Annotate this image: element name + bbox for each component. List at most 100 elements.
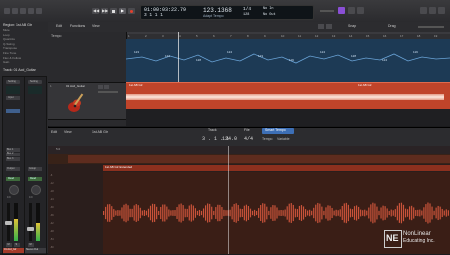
waveform-bar [103, 211, 105, 215]
waveform-bar [419, 209, 421, 217]
audio-region[interactable]: 1st AB Gtr 1st AB Gtr [126, 82, 450, 110]
waveform-bar [149, 205, 152, 221]
waveform-bar [380, 207, 382, 219]
waveform-bar [382, 205, 384, 221]
tempo-lane[interactable]: 123 124 128 124 123 119 124 128 124 119 [126, 39, 450, 82]
track-solo-button[interactable] [104, 85, 109, 89]
editor-menu-edit[interactable]: Edit [51, 130, 57, 135]
notepad-icon[interactable] [420, 7, 427, 14]
waveform-bar [386, 208, 388, 218]
pointer-tool-icon[interactable] [318, 24, 324, 29]
track-header-guitar[interactable]: 1 01 Acd_Guitar [48, 82, 126, 120]
metronome-icon[interactable] [357, 7, 364, 14]
track-inspector-title[interactable]: Track: 01 Acd_Guitar [3, 68, 36, 73]
waveform-bar [404, 208, 407, 218]
group-slot[interactable]: Group [28, 167, 42, 171]
waveform-bar [184, 208, 186, 218]
play-button[interactable]: ▶ [119, 8, 126, 14]
editor-signature[interactable]: 4/4 [244, 137, 253, 142]
input-slot[interactable]: Input [6, 96, 20, 100]
region-inspector-title[interactable]: Region: 1st AB Gtr [3, 23, 32, 28]
tab-smart-tempo[interactable]: Smart Tempo [262, 128, 294, 134]
waveform-bar [384, 206, 386, 220]
automation-read-button[interactable]: Read [6, 177, 20, 181]
master-volume-slider[interactable] [320, 10, 334, 12]
stop-button[interactable] [110, 8, 117, 14]
waveform-bar [274, 205, 276, 221]
eq-display[interactable] [6, 86, 20, 94]
editor-tempo-value[interactable]: 124.0 [222, 137, 237, 142]
editor-mode[interactable]: Variable [277, 137, 290, 142]
output-pan-knob[interactable] [31, 185, 41, 195]
waveform-bar [439, 206, 441, 220]
lcd-bars: 3 1 1 1 [144, 12, 163, 18]
track-volume-slider[interactable] [98, 91, 118, 93]
channel-setting-button[interactable]: Setting [6, 80, 20, 84]
fader-cap-output[interactable] [27, 227, 34, 231]
tempo-value: 124 [382, 58, 388, 62]
record-button[interactable] [128, 8, 135, 14]
waveform-bar [294, 208, 296, 218]
output-setting-button[interactable]: Setting [28, 80, 42, 84]
zoom-slider[interactable] [418, 26, 444, 28]
mute-button-output[interactable]: M [28, 243, 34, 247]
tracks-ruler[interactable]: 1 2 3 4 5 6 7 8 9 10 11 12 13 14 15 16 17 18 19 [126, 32, 450, 39]
tuner-icon[interactable] [338, 7, 345, 14]
editor-menu-view[interactable]: View [64, 130, 72, 135]
waveform-bar [196, 210, 199, 216]
help-icon[interactable] [20, 8, 26, 14]
db-label: -30 [50, 206, 54, 209]
waveform-bar [260, 205, 262, 221]
track-mute-button[interactable] [98, 85, 103, 89]
pencil-tool-icon[interactable] [326, 24, 332, 29]
solo-button-track[interactable]: S [14, 243, 20, 247]
forward-button[interactable]: ▶▶ [101, 8, 108, 14]
library-icon[interactable] [4, 8, 10, 14]
fader-cap-track[interactable] [5, 221, 12, 225]
editor-overview[interactable] [48, 154, 450, 164]
channel-name-track[interactable]: 01 Acd_Gtr [3, 248, 24, 253]
waveform-bar [158, 210, 160, 216]
tab-file[interactable]: File [244, 128, 250, 133]
smart-controls-icon[interactable] [28, 8, 34, 14]
waveform-bar [215, 207, 217, 219]
db-label: -18 [50, 190, 54, 193]
output-slot[interactable]: Output [6, 167, 20, 171]
channel-name-track-label: 01 Acd_Gtr [4, 248, 17, 251]
send-slot-3[interactable]: Bus 3 [6, 157, 20, 161]
send-slot-1[interactable]: Bus 1 [6, 148, 20, 152]
menu-functions[interactable]: Functions [70, 24, 85, 29]
waveform-bar [198, 209, 201, 217]
snap-label[interactable]: Snap [348, 24, 356, 29]
output-eq-display[interactable] [28, 86, 42, 94]
tracks-area: Edit Functions View Snap Drag 1234567891… [48, 22, 450, 126]
track-name[interactable]: 01 Acd_Guitar [66, 85, 85, 88]
inspector-icon[interactable] [12, 8, 18, 14]
send-label-1: Bus 1 [7, 147, 14, 151]
editor-region-header[interactable]: 1st AB Gtr Extended [103, 165, 450, 171]
mute-button-track[interactable]: M [6, 243, 12, 247]
rewind-button[interactable]: ◀◀ [92, 8, 99, 14]
tempo-value: 128 [196, 58, 202, 62]
instrument-slot[interactable] [6, 109, 20, 113]
menu-edit[interactable]: Edit [56, 24, 62, 29]
drag-label[interactable]: Drag [388, 24, 396, 29]
lcd-display[interactable]: 01:00:03:22.79 3 1 1 1 123.1368 Adapt Te… [140, 5, 314, 20]
loop-browser-icon[interactable] [429, 7, 436, 14]
waveform-bar [192, 205, 194, 221]
send-slot-2[interactable]: Bus 2 [6, 152, 20, 156]
waveform-bar [172, 210, 174, 216]
output-read-button[interactable]: Read [28, 177, 42, 181]
editor-playhead[interactable] [228, 146, 229, 254]
count-in-icon[interactable] [348, 7, 355, 14]
menu-view[interactable]: View [92, 24, 100, 29]
volume-fader-output[interactable] [29, 203, 32, 241]
tab-track[interactable]: Track [208, 128, 217, 133]
waveform-bar [431, 206, 433, 220]
channel-name-output[interactable]: Stereo Out [25, 248, 46, 253]
browser-icon[interactable] [438, 7, 445, 14]
region-param-gain[interactable]: Gain [3, 61, 45, 66]
pan-knob[interactable] [9, 185, 19, 195]
mixer-icon[interactable] [36, 8, 42, 14]
empty-track-lane [126, 109, 450, 126]
